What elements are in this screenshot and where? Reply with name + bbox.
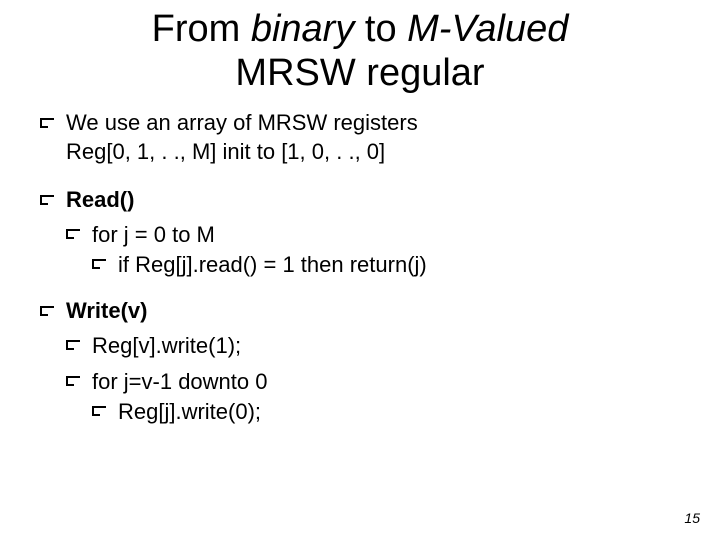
write-line-regj: Reg[j].write(0); bbox=[92, 397, 680, 427]
write-l3: Reg[j].write(0); bbox=[118, 399, 261, 424]
read-header: Read() for j = 0 to M if Reg[j].read() =… bbox=[40, 186, 680, 280]
page-number: 15 bbox=[684, 510, 700, 526]
write-line-regv: Reg[v].write(1); bbox=[66, 331, 680, 361]
write-line-for: for j=v-1 downto 0 Reg[j].write(0); bbox=[66, 367, 680, 426]
intro-line2: Reg[0, 1, . ., M] init to [1, 0, . ., 0] bbox=[66, 139, 385, 164]
read-line-for: for j = 0 to M if Reg[j].read() = 1 then… bbox=[66, 220, 680, 279]
read-line-if: if Reg[j].read() = 1 then return(j) bbox=[92, 250, 680, 280]
write-l1: Reg[v].write(1); bbox=[92, 333, 241, 358]
title-line2: MRSW regular bbox=[235, 52, 484, 94]
title-ital-2: M-Valued bbox=[407, 8, 568, 50]
body-list: We use an array of MRSW registers Reg[0,… bbox=[40, 109, 680, 426]
read-header-text: Read() bbox=[66, 187, 134, 212]
read-l2: if Reg[j].read() = 1 then return(j) bbox=[118, 252, 427, 277]
title-text-2: to bbox=[354, 8, 407, 50]
read-sublist: for j = 0 to M if Reg[j].read() = 1 then… bbox=[66, 220, 680, 279]
slide-title: From binary to M-Valued MRSW regular bbox=[40, 8, 680, 95]
write-header-text: Write(v) bbox=[66, 298, 148, 323]
write-sublist: Reg[v].write(1); for j=v-1 downto 0 Reg[… bbox=[66, 331, 680, 426]
read-l1: for j = 0 to M bbox=[92, 222, 215, 247]
intro-line1: We use an array of MRSW registers bbox=[66, 110, 418, 135]
title-ital-1: binary bbox=[251, 8, 355, 50]
intro-bullet: We use an array of MRSW registers Reg[0,… bbox=[40, 109, 680, 165]
write-l2: for j=v-1 downto 0 bbox=[92, 369, 267, 394]
slide: From binary to M-Valued MRSW regular We … bbox=[0, 0, 720, 540]
write-header: Write(v) Reg[v].write(1); for j=v-1 down… bbox=[40, 297, 680, 426]
title-text-1: From bbox=[152, 8, 251, 50]
